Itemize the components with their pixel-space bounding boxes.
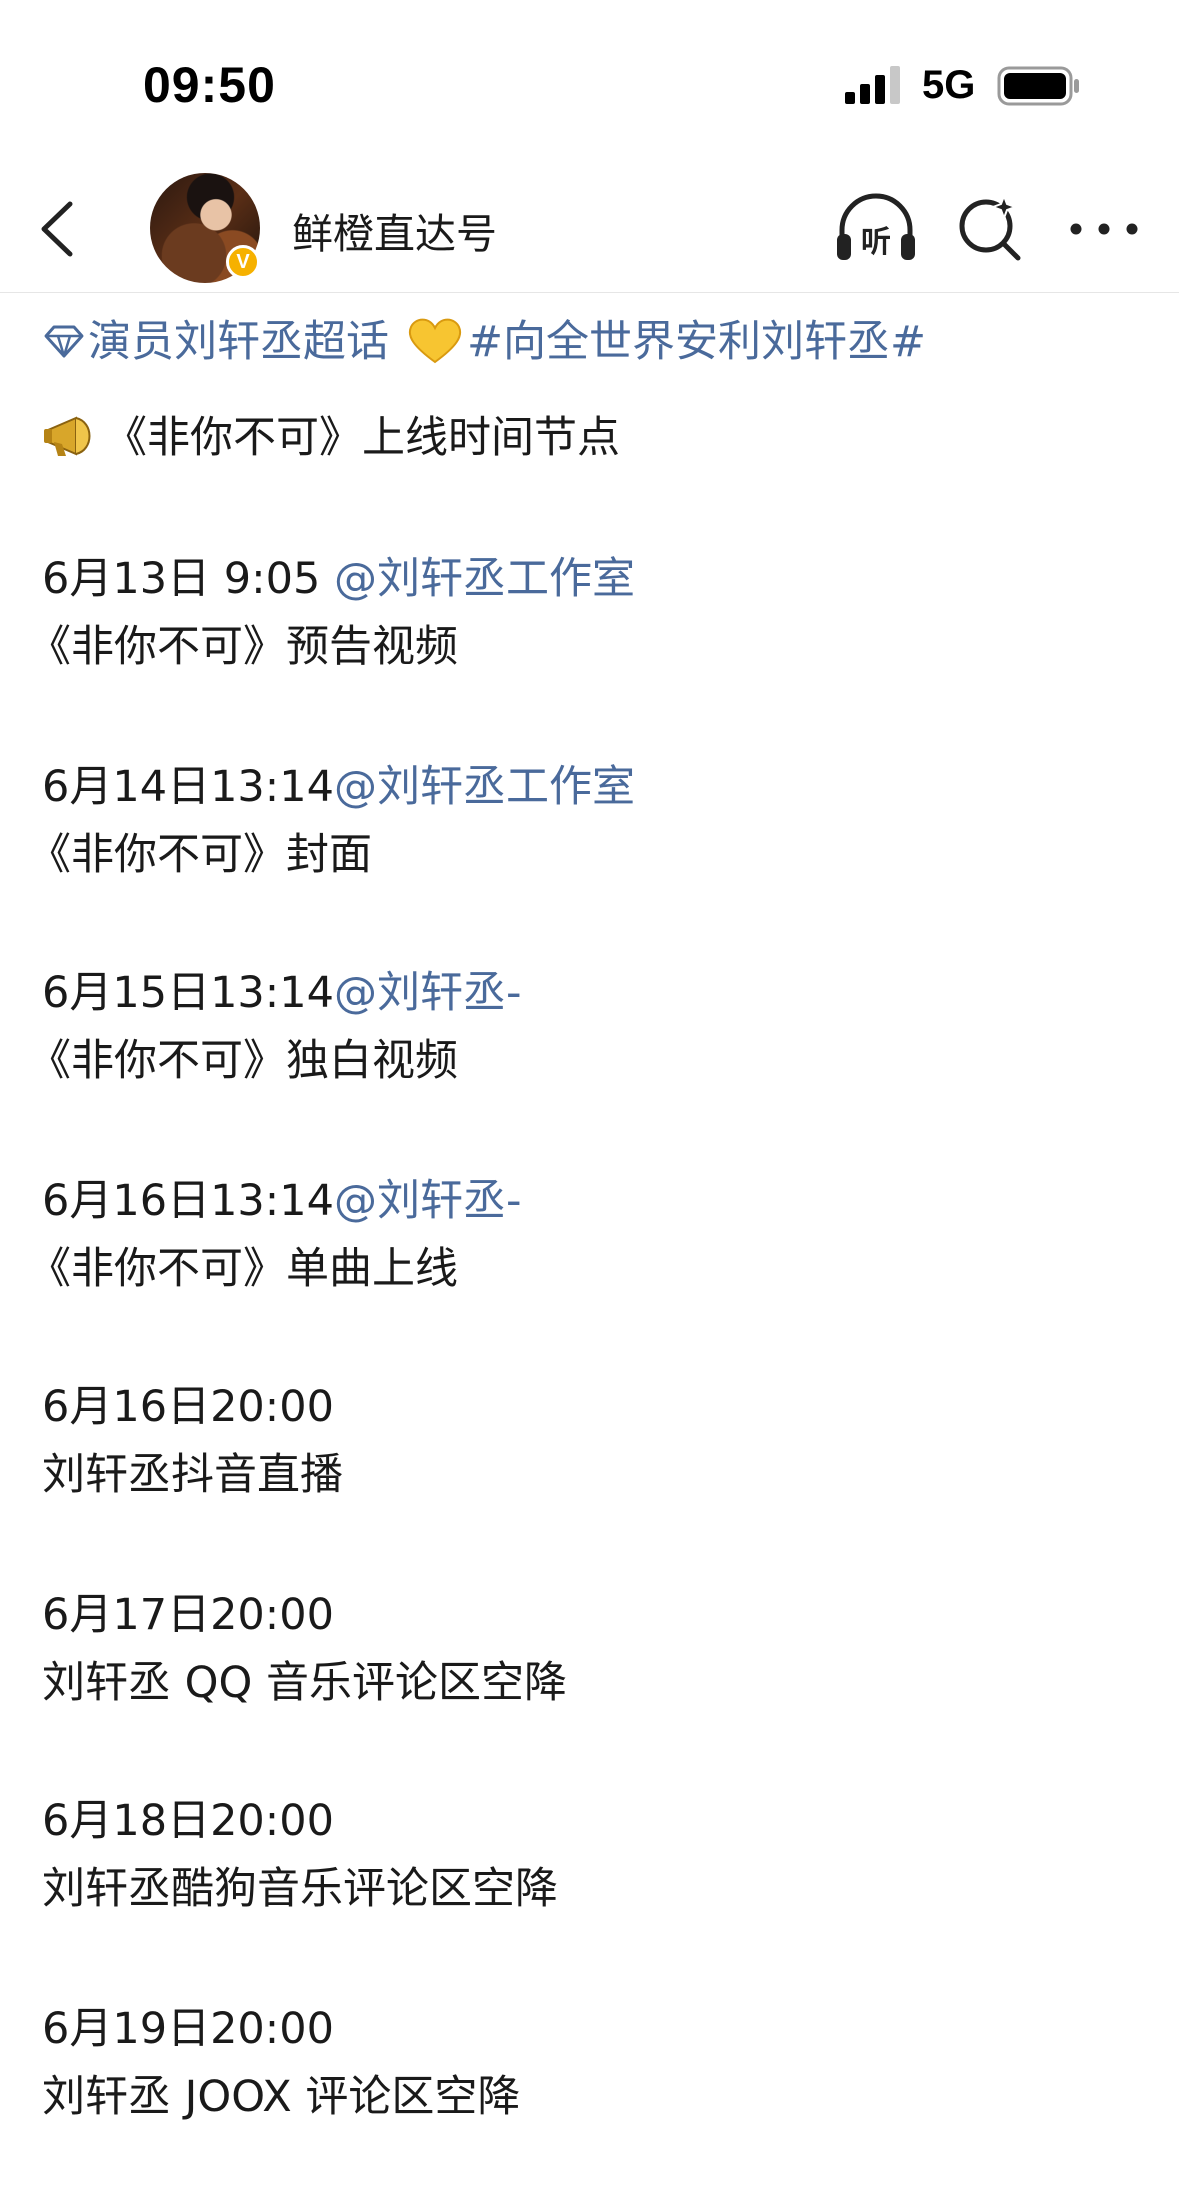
schedule-desc-7: 刘轩丞酷狗音乐评论区空降: [42, 1864, 558, 1914]
search-icon[interactable]: [954, 192, 1026, 264]
nav-bar: V 鲜橙直达号 听: [0, 170, 1179, 293]
date-text: 6月17日20:00: [42, 1590, 334, 1640]
more-icon[interactable]: [1066, 204, 1142, 254]
back-icon[interactable]: [30, 194, 100, 264]
diamond-icon: [44, 325, 84, 358]
schedule-date-8: 6月19日20:00: [42, 2008, 334, 2051]
status-bar: 09:50 5G: [0, 0, 1179, 170]
listen-icon[interactable]: 听: [834, 192, 918, 266]
avatar[interactable]: V: [150, 173, 260, 283]
schedule-desc-1: 《非你不可》预告视频: [28, 622, 458, 672]
date-text: 6月13日 9:05: [42, 554, 334, 604]
schedule-desc-8: 刘轩丞 JOOX 评论区空降: [42, 2072, 521, 2122]
post-body: 演员刘轩丞超话 #向全世界安利刘轩丞# 《非你不可》上线时间节点 6月13日 9:…: [0, 292, 1179, 2202]
schedule-date-4: 6月16日13:14@刘轩丞-: [42, 1180, 522, 1223]
network-label: 5G: [922, 63, 976, 107]
schedule-desc-2: 《非你不可》封面: [28, 830, 372, 880]
schedule-desc-5: 刘轩丞抖音直播: [42, 1450, 343, 1500]
date-text: 6月16日13:14: [42, 1176, 334, 1226]
schedule-date-7: 6月18日20:00: [42, 1800, 334, 1843]
headline-text: 《非你不可》上线时间节点: [104, 413, 620, 463]
schedule-date-6: 6月17日20:00: [42, 1594, 334, 1637]
listen-label: 听: [861, 225, 891, 260]
account-name[interactable]: 鲜橙直达号: [292, 200, 497, 260]
schedule-desc-3: 《非你不可》独白视频: [28, 1036, 458, 1086]
super-topic-link[interactable]: 演员刘轩丞超话: [42, 317, 389, 367]
topic-line: 演员刘轩丞超话 #向全世界安利刘轩丞#: [42, 316, 926, 364]
date-text: 6月18日20:00: [42, 1796, 334, 1846]
super-topic-label: 演员刘轩丞超话: [88, 317, 389, 367]
verified-badge: V: [226, 245, 260, 279]
schedule-date-1: 6月13日 9:05 @刘轩丞工作室: [42, 558, 635, 601]
date-text: 6月19日20:00: [42, 2004, 334, 2054]
mention-link[interactable]: @刘轩丞-: [334, 1176, 522, 1226]
mention-link[interactable]: @刘轩丞工作室: [334, 762, 635, 812]
mention-link[interactable]: @刘轩丞-: [334, 968, 522, 1018]
yellow-heart-icon: [408, 318, 462, 364]
signal-icon: [845, 66, 900, 104]
date-text: 6月14日13:14: [42, 762, 334, 812]
schedule-date-3: 6月15日13:14@刘轩丞-: [42, 972, 522, 1015]
status-time: 09:50: [143, 57, 276, 113]
schedule-desc-6: 刘轩丞 QQ 音乐评论区空降: [42, 1658, 568, 1708]
megaphone-icon: [44, 416, 91, 456]
date-text: 6月15日13:14: [42, 968, 334, 1018]
headline: 《非你不可》上线时间节点: [42, 412, 620, 460]
schedule-date-2: 6月14日13:14@刘轩丞工作室: [42, 766, 635, 809]
mention-link[interactable]: @刘轩丞工作室: [334, 554, 635, 604]
hashtag-link[interactable]: #向全世界安利刘轩丞#: [467, 317, 926, 367]
schedule-desc-4: 《非你不可》单曲上线: [28, 1244, 458, 1294]
date-text: 6月16日20:00: [42, 1382, 334, 1432]
schedule-date-5: 6月16日20:00: [42, 1386, 334, 1429]
battery-icon: [997, 66, 1079, 106]
